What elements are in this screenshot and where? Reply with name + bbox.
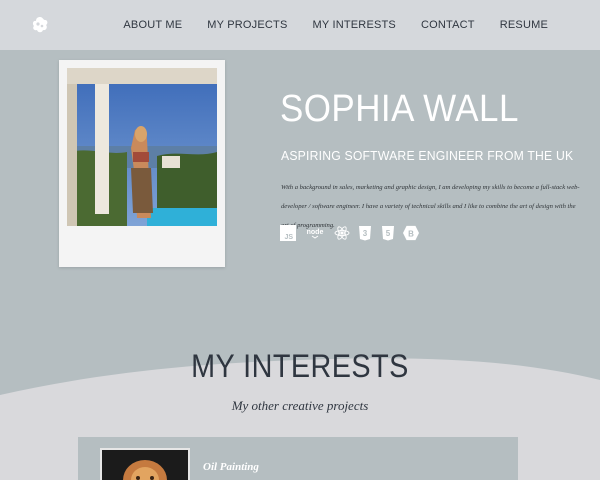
svg-text:node: node (307, 229, 324, 236)
svg-text:JS: JS (284, 234, 293, 241)
navbar: ABOUT ME MY PROJECTS MY INTERESTS CONTAC… (0, 0, 600, 50)
blob-logo-icon[interactable] (30, 15, 50, 35)
nav-link-contact[interactable]: CONTACT (421, 19, 475, 31)
hero-name: SOPHIA WALL (280, 88, 519, 130)
nav-link-my-interests[interactable]: MY INTERESTS (312, 19, 396, 31)
svg-text:B: B (408, 230, 414, 239)
bootstrap-icon: B (403, 225, 419, 241)
interest-card-thumbnail (100, 448, 190, 480)
nav-link-my-projects[interactable]: MY PROJECTS (207, 19, 287, 31)
profile-photo (67, 68, 217, 226)
interest-card[interactable]: Oil Painting (78, 437, 518, 480)
nodejs-icon: node (303, 225, 327, 241)
js-icon: JS (280, 225, 296, 241)
profile-photo-frame (59, 60, 225, 267)
nav-links: ABOUT ME MY PROJECTS MY INTERESTS CONTAC… (123, 0, 548, 50)
css3-icon: 3 (357, 225, 373, 241)
html5-icon: 5 (380, 225, 396, 241)
nav-link-resume[interactable]: RESUME (500, 19, 548, 31)
nav-link-about-me[interactable]: ABOUT ME (123, 19, 182, 31)
tech-icons: JS node 3 5 B (280, 225, 419, 241)
svg-text:5: 5 (386, 229, 391, 238)
interests-title: MY INTERESTS (191, 348, 409, 384)
hero-tagline: ASPIRING SOFTWARE ENGINEER FROM THE UK (281, 148, 574, 163)
interest-card-title: Oil Painting (203, 461, 259, 473)
react-icon (334, 225, 350, 241)
interests-subtitle: My other creative projects (231, 398, 369, 413)
svg-text:3: 3 (363, 229, 368, 238)
